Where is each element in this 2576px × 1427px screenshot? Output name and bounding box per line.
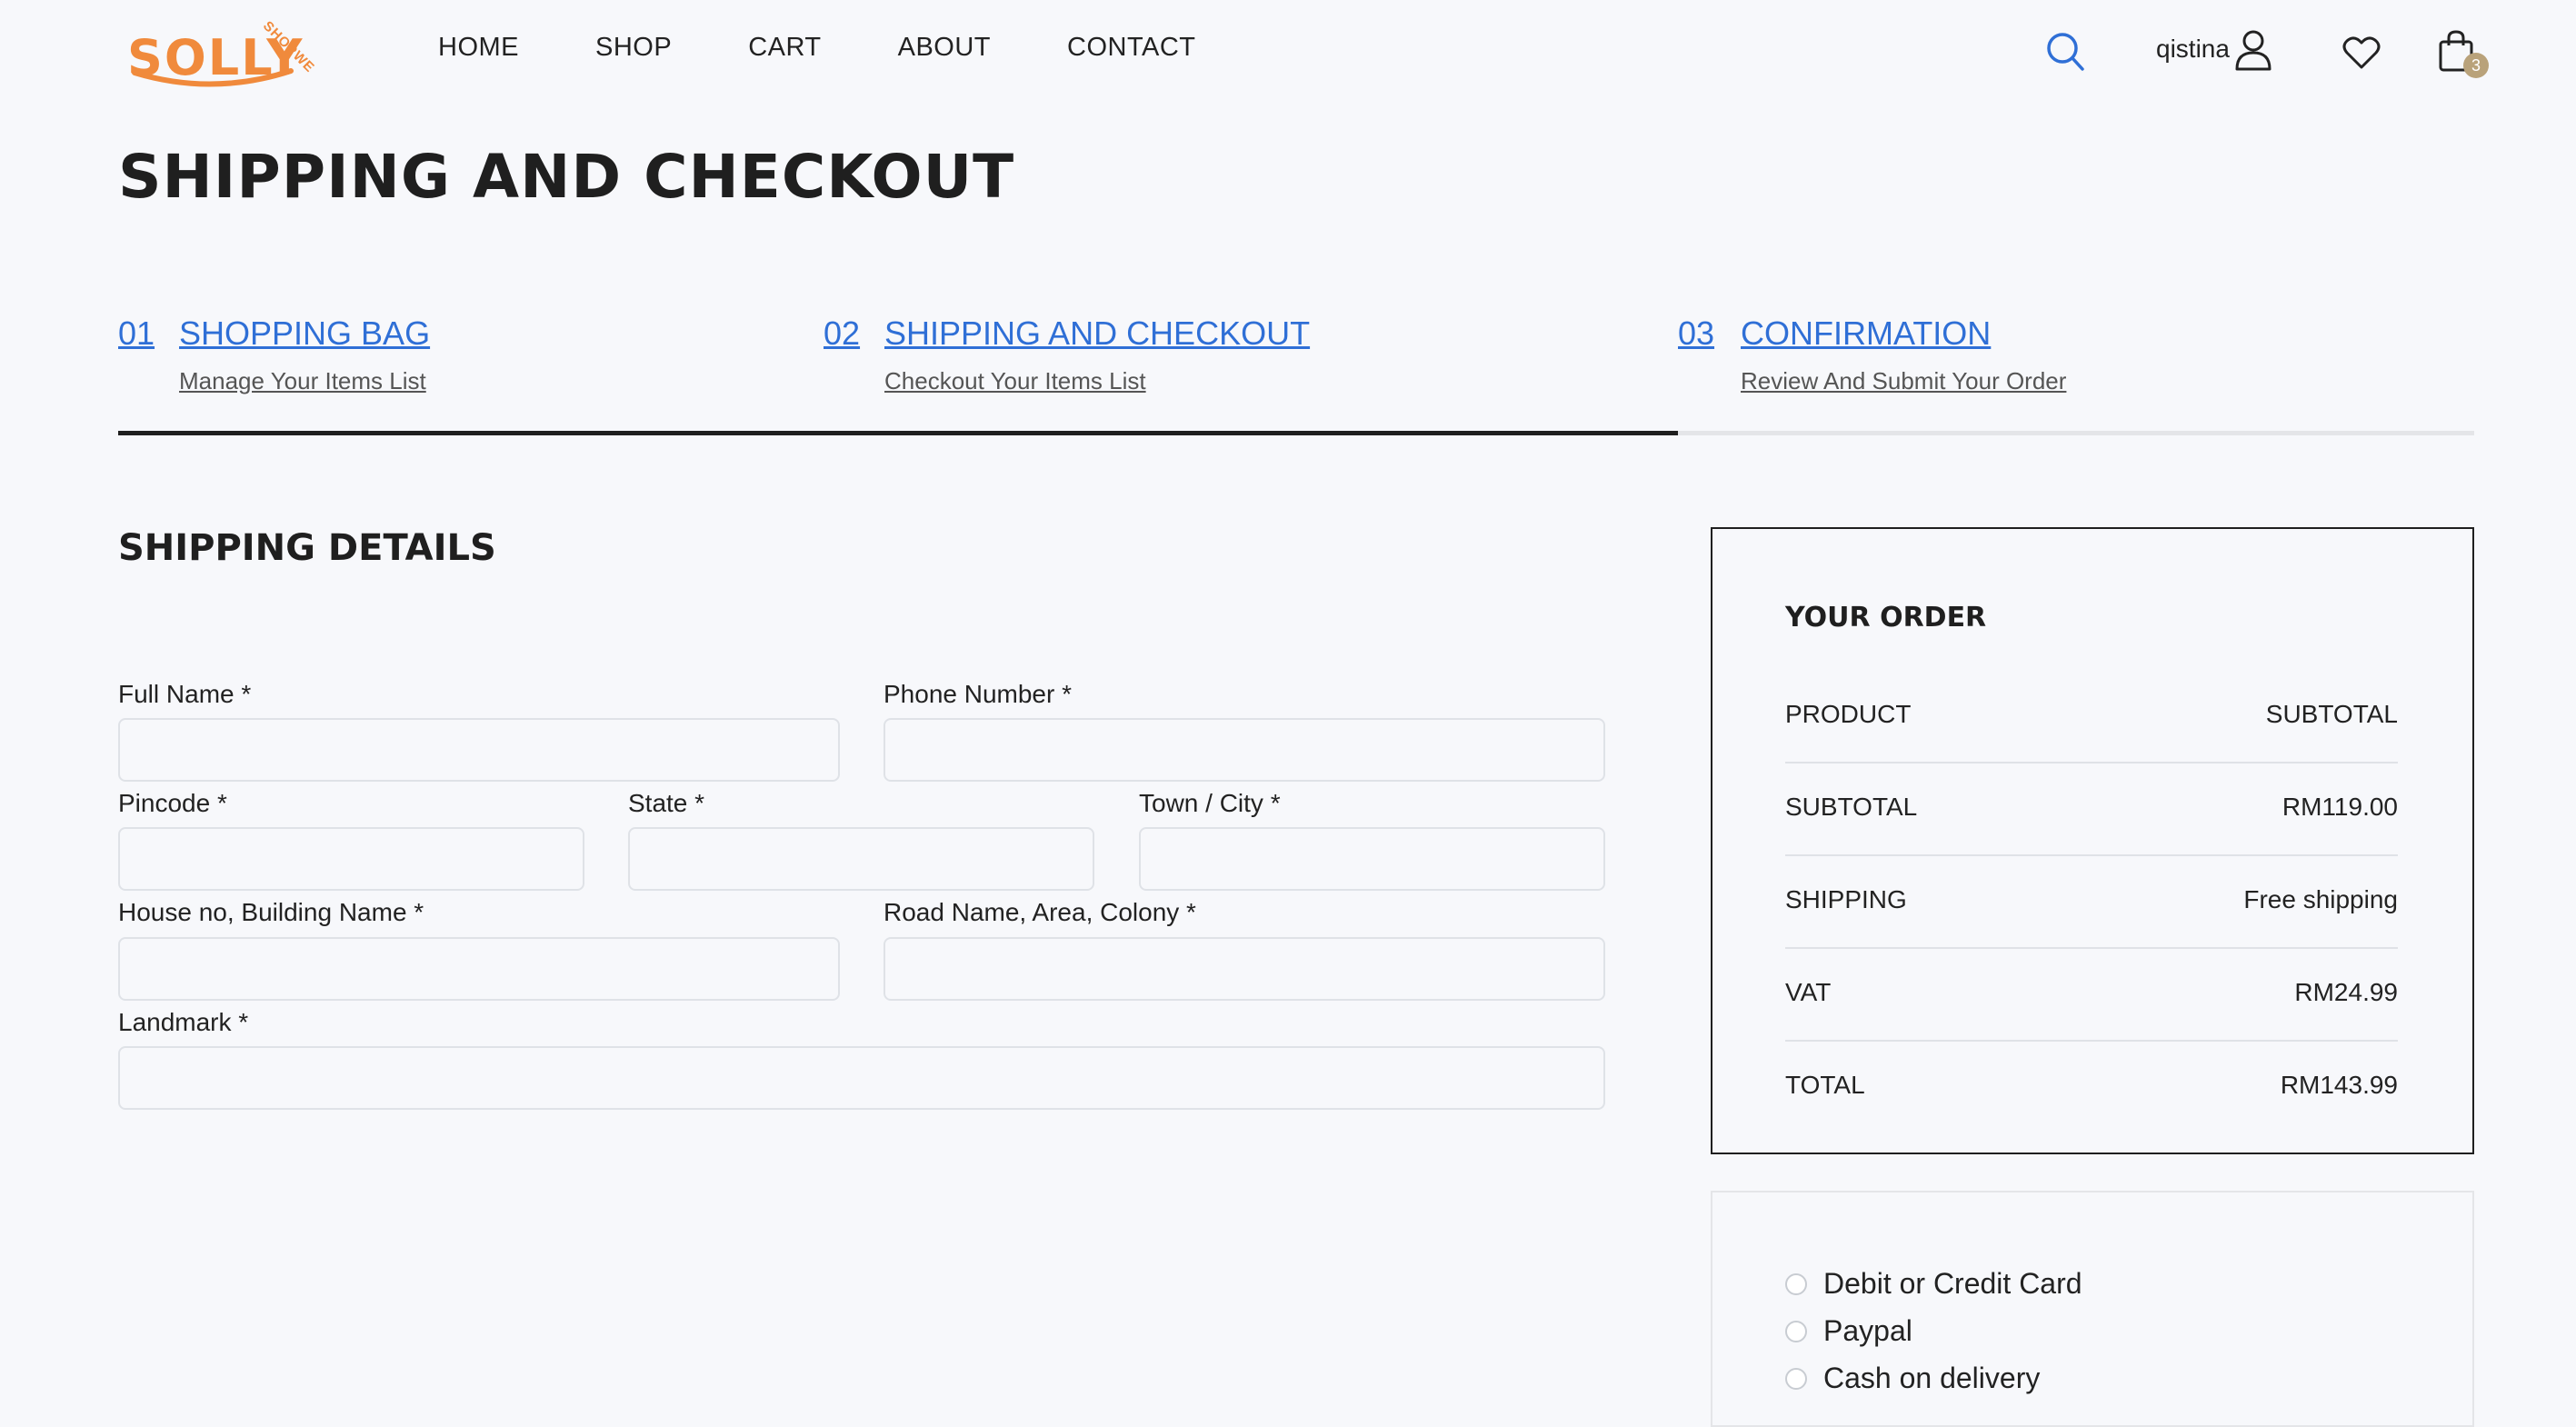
pincode-input[interactable] bbox=[118, 827, 584, 891]
checkout-page: SOLLY SHOPWE HOME SHOP CART ABOUT CONTAC… bbox=[0, 0, 2576, 1427]
logo-swoosh-icon bbox=[132, 68, 294, 87]
order-row-value: SUBTOTAL bbox=[2265, 700, 2398, 728]
nav-cart[interactable]: CART bbox=[748, 33, 821, 63]
house-building-input[interactable] bbox=[118, 937, 840, 1001]
order-row-value: RM119.00 bbox=[2281, 793, 2398, 821]
step-number[interactable]: 02 bbox=[824, 314, 860, 353]
town-city-input[interactable] bbox=[1139, 827, 1605, 891]
order-summary-title: YOUR ORDER bbox=[1785, 602, 1987, 634]
nav-shop[interactable]: SHOP bbox=[595, 33, 672, 63]
radio-button[interactable] bbox=[1785, 1272, 1807, 1295]
nav-contact[interactable]: CONTACT bbox=[1067, 33, 1196, 63]
payment-option-cod[interactable]: Cash on delivery bbox=[1785, 1362, 2040, 1395]
payment-option-card[interactable]: Debit or Credit Card bbox=[1785, 1267, 2082, 1301]
house-building-label: House no, Building Name * bbox=[118, 898, 424, 926]
order-row-value: RM143.99 bbox=[2280, 1071, 2398, 1099]
order-row-header: PRODUCT SUBTOTAL bbox=[1785, 671, 2398, 763]
radio-button[interactable] bbox=[1785, 1367, 1807, 1390]
step-subtitle[interactable]: Manage Your Items List bbox=[179, 367, 426, 395]
radio-button[interactable] bbox=[1785, 1320, 1807, 1342]
main-nav: HOME SHOP CART ABOUT CONTACT bbox=[438, 33, 1196, 63]
town-city-label: Town / City * bbox=[1139, 789, 1281, 817]
order-row-label: TOTAL bbox=[1785, 1071, 1865, 1099]
step-label[interactable]: SHOPPING BAG bbox=[179, 314, 430, 353]
pincode-label: Pincode * bbox=[118, 789, 227, 817]
phone-number-input[interactable] bbox=[884, 718, 1605, 782]
phone-number-label: Phone Number * bbox=[884, 680, 1073, 708]
cart-count-badge: 3 bbox=[2463, 53, 2489, 78]
landmark-input[interactable] bbox=[118, 1046, 1605, 1110]
nav-home[interactable]: HOME bbox=[438, 33, 519, 63]
order-row-vat: VAT RM24.99 bbox=[1785, 949, 2398, 1042]
order-row-value: Free shipping bbox=[2243, 885, 2398, 913]
payment-option-paypal[interactable]: Paypal bbox=[1785, 1314, 1912, 1348]
brand-logo[interactable]: SOLLY SHOPWE bbox=[124, 13, 324, 95]
state-label: State * bbox=[628, 789, 705, 817]
payment-option-label: Cash on delivery bbox=[1823, 1362, 2041, 1394]
full-name-input[interactable] bbox=[118, 718, 840, 782]
step-number[interactable]: 01 bbox=[118, 314, 155, 353]
order-row-label: SUBTOTAL bbox=[1785, 793, 1918, 821]
order-row-label: SHIPPING bbox=[1785, 885, 1907, 913]
heart-icon[interactable] bbox=[2341, 35, 2381, 71]
step-label[interactable]: CONFIRMATION bbox=[1741, 314, 1991, 353]
order-summary: YOUR ORDER PRODUCT SUBTOTAL SUBTOTAL RM1… bbox=[1711, 527, 2474, 1154]
order-row-value: RM24.99 bbox=[2294, 978, 2398, 1006]
user-icon[interactable] bbox=[2234, 29, 2272, 71]
step-number[interactable]: 03 bbox=[1678, 314, 1714, 353]
order-row-shipping: SHIPPING Free shipping bbox=[1785, 856, 2398, 949]
user-name[interactable]: qistina bbox=[2156, 35, 2230, 64]
payment-methods: Debit or Credit Card Paypal Cash on deli… bbox=[1711, 1191, 2474, 1427]
page-title: SHIPPING AND CHECKOUT bbox=[118, 142, 1015, 212]
full-name-label: Full Name * bbox=[118, 680, 252, 708]
state-input[interactable] bbox=[628, 827, 1094, 891]
step-subtitle[interactable]: Checkout Your Items List bbox=[884, 367, 1146, 395]
order-row-label: PRODUCT bbox=[1785, 700, 1912, 728]
site-header: SOLLY SHOPWE HOME SHOP CART ABOUT CONTAC… bbox=[0, 0, 2576, 109]
payment-option-label: Paypal bbox=[1823, 1314, 1912, 1347]
road-area-input[interactable] bbox=[884, 937, 1605, 1001]
order-row-total: TOTAL RM143.99 bbox=[1785, 1042, 2398, 1134]
road-area-label: Road Name, Area, Colony * bbox=[884, 898, 1196, 926]
step-label[interactable]: SHIPPING AND CHECKOUT bbox=[884, 314, 1310, 353]
payment-option-label: Debit or Credit Card bbox=[1823, 1267, 2082, 1300]
nav-about[interactable]: ABOUT bbox=[898, 33, 991, 63]
step-subtitle[interactable]: Review And Submit Your Order bbox=[1741, 367, 2066, 395]
shipping-details-title: SHIPPING DETAILS bbox=[118, 527, 496, 569]
search-icon[interactable] bbox=[2045, 31, 2085, 73]
order-row-label: VAT bbox=[1785, 978, 1832, 1006]
order-row-subtotal: SUBTOTAL RM119.00 bbox=[1785, 763, 2398, 856]
landmark-label: Landmark * bbox=[118, 1008, 249, 1036]
checkout-progress-fill bbox=[118, 431, 1678, 435]
